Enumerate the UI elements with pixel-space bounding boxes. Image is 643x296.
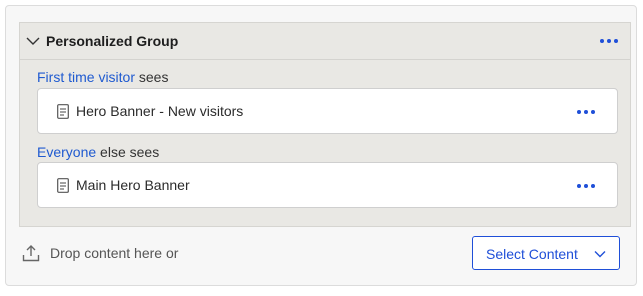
group-more-icon[interactable]	[600, 39, 618, 43]
content-card-main-hero[interactable]: Main Hero Banner	[37, 162, 618, 208]
rule-suffix: sees	[135, 69, 169, 85]
rule-suffix: else sees	[96, 144, 160, 160]
upload-icon	[22, 245, 40, 262]
rule-label-everyone: Everyone else sees	[37, 144, 159, 160]
chevron-down-icon[interactable]	[26, 35, 40, 47]
content-more-icon[interactable]	[577, 184, 595, 188]
document-icon	[57, 178, 69, 193]
select-content-button[interactable]: Select Content	[472, 236, 620, 270]
rule-label-first-visitor: First time visitor sees	[37, 69, 168, 85]
content-title: Main Hero Banner	[76, 177, 190, 193]
select-content-label: Select Content	[486, 246, 578, 262]
audience-link-everyone[interactable]: Everyone	[37, 144, 96, 160]
content-more-icon[interactable]	[577, 110, 595, 114]
chevron-down-icon	[594, 251, 606, 258]
document-icon	[57, 104, 69, 119]
group-title: Personalized Group	[46, 33, 179, 49]
group-header: Personalized Group	[20, 23, 630, 60]
drop-content-text: Drop content here or	[50, 245, 179, 261]
content-card-hero-new-visitors[interactable]: Hero Banner - New visitors	[37, 88, 618, 134]
content-title: Hero Banner - New visitors	[76, 103, 244, 119]
audience-link-first-visitor[interactable]: First time visitor	[37, 69, 135, 85]
personalized-group: Personalized Group First time visitor se…	[19, 22, 631, 227]
